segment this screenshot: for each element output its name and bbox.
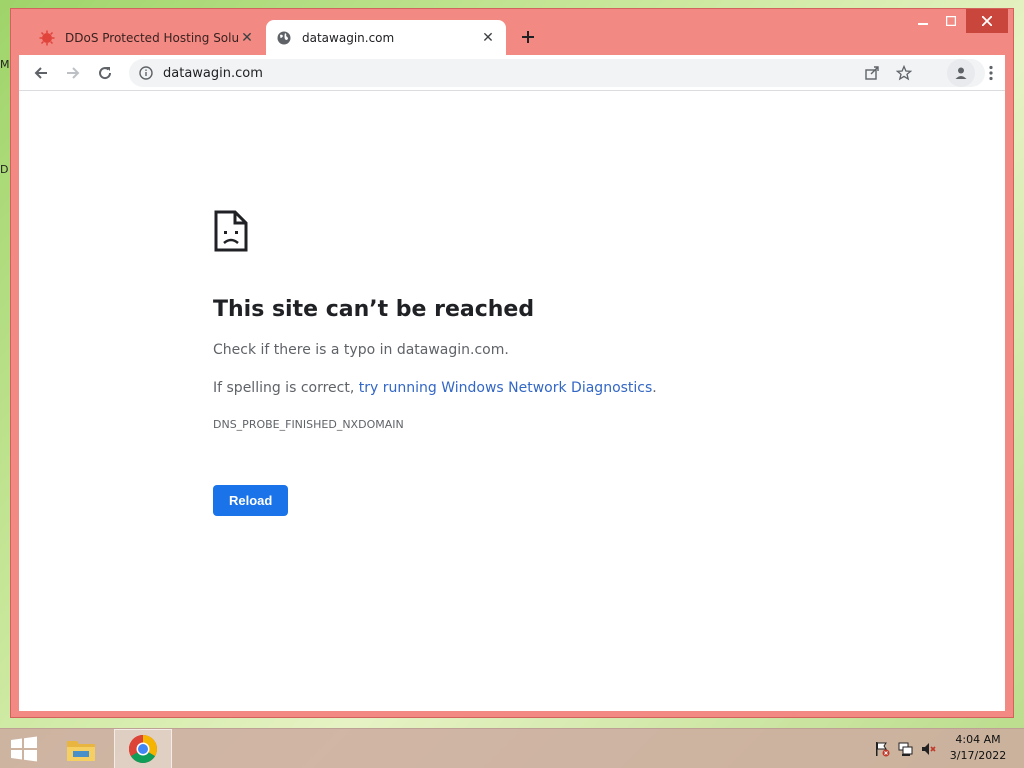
close-icon[interactable]: ✕ (239, 30, 255, 46)
network-icon[interactable] (898, 741, 914, 757)
volume-muted-icon[interactable] (921, 741, 937, 757)
new-tab-button[interactable] (516, 25, 540, 49)
url-text: datawagin.com (163, 65, 263, 81)
diagnostics-link[interactable]: try running Windows Network Diagnostics (359, 380, 653, 396)
system-clock[interactable]: 4:04 AM 3/17/2022 (946, 732, 1010, 764)
share-icon[interactable] (864, 65, 880, 85)
profile-icon (955, 67, 967, 79)
page-content: This site can’t be reached Check if ther… (19, 91, 1005, 711)
browser-toolbar: datawagin.com (19, 55, 1005, 91)
address-bar[interactable]: datawagin.com (129, 59, 985, 87)
forward-arrow-icon (67, 67, 80, 79)
error-code: DNS_PROBE_FINISHED_NXDOMAIN (213, 418, 404, 431)
start-button[interactable] (0, 729, 48, 768)
diagnostics-prefix: If spelling is correct, (213, 380, 359, 396)
desktop-label-m[interactable]: M (0, 58, 10, 71)
forward-button[interactable] (59, 59, 87, 87)
tab-ddos-hosting[interactable]: DDoS Protected Hosting Solution ✕ (29, 20, 265, 55)
profile-button[interactable] (947, 59, 975, 87)
taskbar-file-explorer[interactable] (56, 729, 106, 768)
close-icon[interactable]: ✕ (480, 30, 496, 46)
tab-strip: DDoS Protected Hosting Solution ✕ datawa… (11, 9, 1013, 55)
error-container: This site can’t be reached Check if ther… (213, 209, 813, 516)
tab-datawagin[interactable]: datawagin.com ✕ (266, 20, 506, 55)
globe-icon (276, 30, 292, 46)
action-center-flag-icon[interactable] (874, 741, 890, 757)
maximize-icon (946, 16, 956, 26)
red-virus-icon (39, 30, 55, 46)
windows-start-icon (11, 736, 37, 762)
taskbar-chrome[interactable] (114, 729, 172, 768)
tab-title: datawagin.com (302, 30, 395, 45)
browser-window: DDoS Protected Hosting Solution ✕ datawa… (10, 8, 1014, 718)
back-button[interactable] (27, 59, 55, 87)
minimize-icon (918, 23, 928, 25)
close-window-button[interactable] (966, 9, 1008, 33)
sad-page-icon (213, 209, 249, 253)
menu-button[interactable] (977, 59, 1005, 87)
star-icon[interactable] (895, 64, 913, 85)
reload-button[interactable] (91, 59, 119, 87)
error-suggestion-diagnostics: If spelling is correct, try running Wind… (213, 380, 813, 396)
clock-time: 4:04 AM (955, 733, 1001, 746)
desktop-label-d[interactable]: D (0, 163, 10, 176)
reload-button[interactable]: Reload (213, 485, 289, 516)
close-icon (982, 16, 992, 26)
maximize-button[interactable] (936, 9, 966, 33)
diagnostics-suffix: . (652, 380, 657, 396)
chrome-icon (129, 735, 157, 763)
file-explorer-icon (67, 741, 95, 761)
reload-icon (99, 67, 112, 80)
plus-icon (522, 31, 534, 43)
minimize-button[interactable] (908, 9, 938, 33)
menu-icon (989, 65, 993, 81)
clock-date: 3/17/2022 (949, 749, 1007, 762)
back-arrow-icon (34, 67, 47, 79)
tab-title: DDoS Protected Hosting Solution (65, 30, 239, 45)
error-suggestion-typo: Check if there is a typo in datawagin.co… (213, 342, 509, 358)
info-icon[interactable] (137, 64, 155, 82)
taskbar: 4:04 AM 3/17/2022 (0, 728, 1024, 768)
error-title: This site can’t be reached (213, 297, 535, 322)
